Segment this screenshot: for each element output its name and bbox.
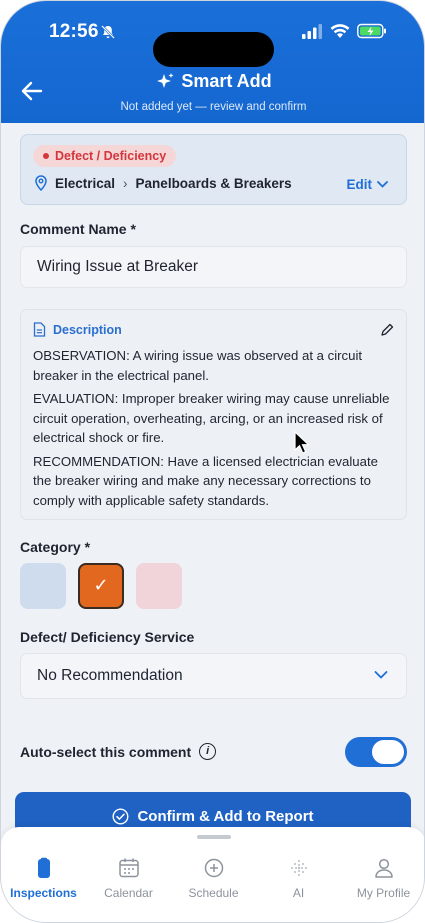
app-header: 12:56 Smart Add Not added yet — review a… — [1, 1, 424, 123]
header-title-block: Smart Add Not added yet — review and con… — [1, 71, 424, 113]
tab-calendar[interactable]: Calendar — [86, 857, 171, 900]
status-time: 12:56 — [49, 21, 99, 42]
inspections-icon — [37, 857, 50, 878]
dynamic-island — [153, 32, 274, 67]
signal-icon — [302, 24, 322, 39]
description-box[interactable]: Description OBSERVATION: A wiring issue … — [20, 309, 407, 520]
breadcrumb-separator-icon: › — [123, 176, 128, 191]
category-swatch-blue[interactable] — [20, 563, 66, 609]
service-label: Defect/ Deficiency Service — [20, 629, 195, 645]
check-circle-icon — [112, 807, 129, 825]
comment-type-card: Defect / Deficiency Electrical › Panelbo… — [20, 134, 407, 205]
status-bar: 12:56 — [1, 19, 424, 67]
tab-inspections[interactable]: Inspections — [1, 857, 86, 900]
confirm-label: Confirm & Add to Report — [137, 807, 314, 825]
breadcrumb: Electrical › Panelboards & Breakers — [55, 176, 292, 191]
category-swatch-pink[interactable] — [136, 563, 182, 609]
page-subtitle: Not added yet — review and confirm — [120, 100, 307, 113]
tab-label: Schedule — [188, 886, 239, 900]
chevron-down-icon — [377, 181, 388, 188]
edit-label: Edit — [346, 177, 373, 192]
wifi-icon — [330, 24, 350, 38]
edit-pencil-icon[interactable] — [380, 323, 394, 337]
bottom-tab-bar: Inspections Calendar Schedule AI My Prof… — [1, 827, 424, 922]
mouse-cursor-icon — [294, 431, 310, 454]
auto-select-label: Auto-select this comment — [20, 743, 192, 760]
tab-schedule[interactable]: Schedule — [171, 857, 256, 900]
location-pin-icon — [35, 175, 47, 191]
ai-sparkle-icon — [290, 860, 307, 876]
document-icon — [33, 322, 46, 337]
breadcrumb-parent: Electrical — [55, 176, 116, 191]
description-recommendation: RECOMMENDATION: Have a licensed electric… — [33, 453, 378, 508]
comment-name-input[interactable]: Wiring Issue at Breaker — [20, 246, 407, 288]
description-header: Description — [33, 322, 394, 337]
category-label: Category * — [20, 539, 91, 555]
tab-label: Inspections — [10, 886, 77, 900]
battery-charging-icon — [357, 23, 386, 39]
tab-label: My Profile — [356, 886, 411, 900]
category-swatch-orange-selected[interactable]: ✓ — [78, 563, 124, 609]
tab-my-profile[interactable]: My Profile — [341, 857, 424, 900]
description-observation: OBSERVATION: A wiring issue was observed… — [33, 348, 363, 383]
tab-label: AI — [292, 886, 305, 900]
calendar-icon — [118, 858, 139, 878]
profile-icon — [374, 858, 393, 878]
chevron-down-icon — [374, 671, 388, 679]
auto-select-toggle[interactable] — [345, 737, 407, 767]
auto-select-row: Auto-select this comment i — [20, 743, 217, 760]
toggle-knob — [372, 740, 404, 764]
sparkle-icon — [157, 72, 174, 88]
description-evaluation: EVALUATION: Improper breaker wiring may … — [33, 391, 390, 445]
grab-handle[interactable] — [197, 835, 231, 839]
defect-badge: Defect / Deficiency — [33, 145, 177, 167]
phone-screen: 12:56 Smart Add Not added yet — review a… — [0, 0, 425, 923]
badge-label: Defect / Deficiency — [55, 149, 167, 163]
badge-dot-icon — [43, 153, 49, 159]
schedule-plus-icon — [204, 858, 223, 878]
description-label: Description — [53, 322, 122, 337]
info-icon[interactable]: i — [199, 743, 217, 760]
form-content: Defect / Deficiency Electrical › Panelbo… — [1, 123, 424, 840]
edit-type-button[interactable]: Edit — [347, 177, 389, 192]
comment-name-label: Comment Name * — [20, 221, 136, 237]
tab-label: Calendar — [104, 886, 153, 900]
page-title: Smart Add — [155, 71, 272, 92]
tab-ai[interactable]: AI — [256, 857, 341, 900]
service-select[interactable]: No Recommendation — [20, 653, 407, 699]
bell-muted-icon — [101, 25, 115, 39]
breadcrumb-child: Panelboards & Breakers — [135, 176, 292, 191]
service-value: No Recommendation — [37, 667, 183, 684]
page-title-text: Smart Add — [181, 71, 272, 91]
